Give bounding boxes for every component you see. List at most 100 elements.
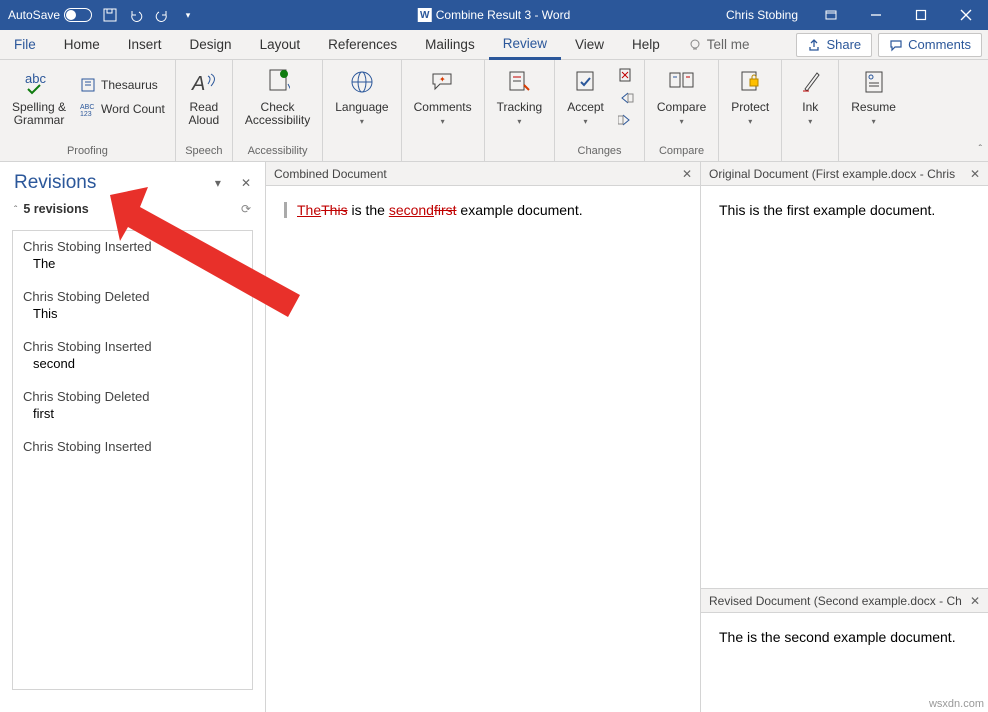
autosave-toggle[interactable]: AutoSave xyxy=(8,8,92,22)
revision-item[interactable]: Chris Stobing Deletedfirst xyxy=(13,381,252,431)
ribbon: abc Spelling & Grammar Thesaurus ABC123W… xyxy=(0,60,988,162)
combined-doc-body[interactable]: TheThis is the secondfirst example docum… xyxy=(266,186,700,712)
tab-layout[interactable]: Layout xyxy=(246,30,315,59)
svg-text:123: 123 xyxy=(80,111,92,117)
tab-insert[interactable]: Insert xyxy=(114,30,176,59)
next-change-button[interactable] xyxy=(614,111,638,129)
group-label-compare: Compare xyxy=(659,143,704,159)
read-aloud-icon: A xyxy=(188,66,220,98)
workspace: Revisions ▾ ✕ ˆ5 revisions ⟳ Chris Stobi… xyxy=(0,162,988,712)
tracking-button[interactable]: Tracking▾ xyxy=(491,64,549,130)
group-label-proofing: Proofing xyxy=(67,143,108,159)
accept-button[interactable]: Accept▾ xyxy=(561,64,610,130)
share-button[interactable]: Share xyxy=(796,33,872,57)
group-accessibility: Check Accessibility Accessibility xyxy=(233,60,323,161)
word-count-button[interactable]: ABC123Word Count xyxy=(76,99,169,119)
svg-text:abc: abc xyxy=(25,71,46,86)
tracking-icon xyxy=(503,66,535,98)
revisions-count: 5 revisions xyxy=(23,202,88,216)
save-icon[interactable] xyxy=(102,7,118,23)
comments-button[interactable]: Comments xyxy=(878,33,982,57)
thesaurus-button[interactable]: Thesaurus xyxy=(76,75,169,95)
minimize-button[interactable] xyxy=(853,0,898,30)
ribbon-display-icon[interactable] xyxy=(808,0,853,30)
revisions-close-icon[interactable]: ✕ xyxy=(241,176,251,190)
resume-icon xyxy=(858,66,890,98)
close-button[interactable] xyxy=(943,0,988,30)
svg-text:✦: ✦ xyxy=(439,75,446,84)
revision-item[interactable]: Chris Stobing InsertedThe xyxy=(13,231,252,281)
ink-button[interactable]: Ink▾ xyxy=(788,64,832,130)
username-label[interactable]: Chris Stobing xyxy=(716,8,808,22)
lightbulb-icon xyxy=(688,38,702,52)
group-protect: Protect▾ xyxy=(719,60,782,161)
undo-icon[interactable] xyxy=(128,7,144,23)
compare-icon xyxy=(666,66,698,98)
revisions-list: Chris Stobing InsertedThe Chris Stobing … xyxy=(12,230,253,690)
tab-view[interactable]: View xyxy=(561,30,618,59)
title-bar: AutoSave ▾ W Combine Result 3 - Word Chr… xyxy=(0,0,988,30)
group-comments: ✦Comments▾ xyxy=(402,60,485,161)
revisions-dropdown-icon[interactable]: ▾ xyxy=(215,176,221,190)
group-proofing: abc Spelling & Grammar Thesaurus ABC123W… xyxy=(0,60,176,161)
tab-review[interactable]: Review xyxy=(489,31,561,60)
resume-button[interactable]: Resume▾ xyxy=(845,64,902,130)
watermark: wsxdn.com xyxy=(929,698,984,710)
group-speech: A Read Aloud Speech xyxy=(176,60,233,161)
right-pane: Original Document (First example.docx - … xyxy=(701,162,988,712)
language-icon xyxy=(346,66,378,98)
revisions-collapse-icon[interactable]: ˆ xyxy=(14,205,17,216)
group-tracking: Tracking▾ xyxy=(485,60,556,161)
protect-button[interactable]: Protect▾ xyxy=(725,64,775,130)
previous-change-button[interactable] xyxy=(614,89,638,107)
read-aloud-button[interactable]: A Read Aloud xyxy=(182,64,226,129)
revisions-pane: Revisions ▾ ✕ ˆ5 revisions ⟳ Chris Stobi… xyxy=(0,162,266,712)
revised-doc-close-icon[interactable]: ✕ xyxy=(970,594,980,608)
comments-ribbon-button[interactable]: ✦Comments▾ xyxy=(408,64,478,130)
revision-item[interactable]: Chris Stobing DeletedThis xyxy=(13,281,252,331)
collapse-ribbon-icon[interactable]: ˆ xyxy=(979,144,982,155)
tab-help[interactable]: Help xyxy=(618,30,674,59)
tab-file[interactable]: File xyxy=(0,30,50,59)
check-accessibility-button[interactable]: Check Accessibility xyxy=(239,64,316,129)
group-changes: Accept▾ Changes xyxy=(555,60,645,161)
accessibility-icon xyxy=(262,66,294,98)
group-ink: Ink▾ xyxy=(782,60,839,161)
next-icon xyxy=(618,113,634,127)
maximize-button[interactable] xyxy=(898,0,943,30)
reject-icon xyxy=(618,67,634,83)
tab-home[interactable]: Home xyxy=(50,30,114,59)
tab-mailings[interactable]: Mailings xyxy=(411,30,489,59)
redo-icon[interactable] xyxy=(154,7,170,23)
share-icon xyxy=(807,38,821,52)
revisions-refresh-icon[interactable]: ⟳ xyxy=(241,202,251,216)
tab-references[interactable]: References xyxy=(314,30,411,59)
tracked-insert: second xyxy=(389,202,434,218)
revision-item[interactable]: Chris Stobing Insertedsecond xyxy=(13,331,252,381)
group-label-changes: Changes xyxy=(578,143,622,159)
qat-more-icon[interactable]: ▾ xyxy=(180,7,196,23)
language-button[interactable]: Language▾ xyxy=(329,64,394,130)
original-doc-close-icon[interactable]: ✕ xyxy=(970,167,980,181)
group-resume: Resume▾ xyxy=(839,60,908,161)
tracked-insert: The xyxy=(297,202,321,218)
combined-doc-close-icon[interactable]: ✕ xyxy=(682,167,692,181)
protect-icon xyxy=(734,66,766,98)
tab-design[interactable]: Design xyxy=(176,30,246,59)
tell-me-search[interactable]: Tell me xyxy=(674,30,764,59)
revision-item[interactable]: Chris Stobing Inserted xyxy=(13,431,252,466)
ink-icon xyxy=(794,66,826,98)
original-doc-body[interactable]: This is the first example document. xyxy=(701,186,988,588)
spelling-grammar-button[interactable]: abc Spelling & Grammar xyxy=(6,64,72,129)
previous-icon xyxy=(618,91,634,105)
revised-doc-title: Revised Document (Second example.docx - … xyxy=(709,594,962,608)
window-title: W Combine Result 3 - Word xyxy=(418,8,571,22)
group-label-speech: Speech xyxy=(185,143,222,159)
ribbon-tabs: File Home Insert Design Layout Reference… xyxy=(0,30,988,60)
reject-button[interactable] xyxy=(614,65,638,85)
compare-button[interactable]: Compare▾ xyxy=(651,64,712,130)
group-language: Language▾ xyxy=(323,60,401,161)
svg-text:ABC: ABC xyxy=(80,104,94,111)
word-app-icon: W xyxy=(418,8,432,22)
spelling-icon: abc xyxy=(23,66,55,98)
